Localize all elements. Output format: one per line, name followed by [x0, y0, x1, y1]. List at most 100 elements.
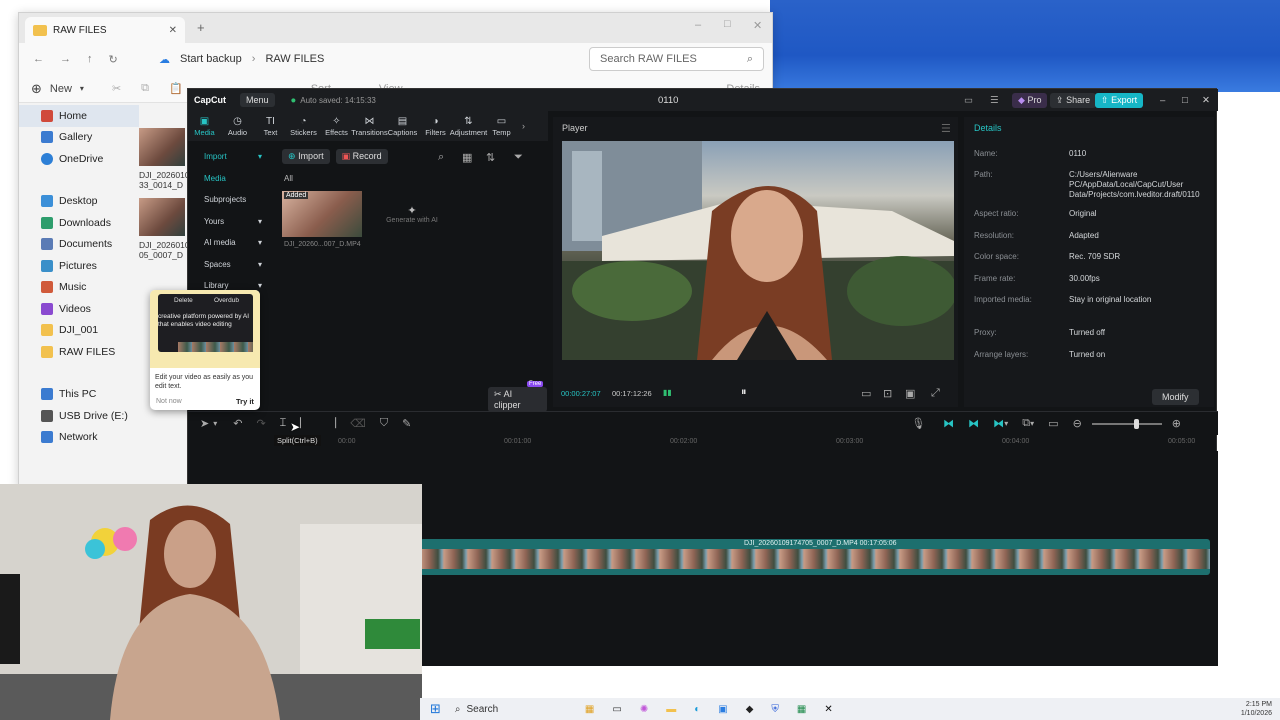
- mic-icon[interactable]: 🎙: [911, 417, 925, 430]
- zoom-out-icon[interactable]: ⊖: [1073, 417, 1082, 430]
- tool-effects[interactable]: ✧ Effects: [320, 111, 353, 141]
- minimize-button[interactable]: –: [695, 19, 701, 31]
- snap-icon[interactable]: ⧓: [993, 417, 1004, 430]
- new-tab-button[interactable]: +: [197, 20, 205, 35]
- player-menu-icon[interactable]: ☰: [941, 122, 951, 135]
- pro-button[interactable]: ◆ Pro: [1012, 92, 1048, 108]
- undo-icon[interactable]: ↶: [233, 417, 242, 430]
- magnet-icon[interactable]: ⧓: [968, 417, 979, 430]
- close-button[interactable]: ✕: [1202, 95, 1210, 106]
- link-icon[interactable]: ⧓: [943, 417, 954, 430]
- cut-icon[interactable]: ✂: [112, 82, 121, 95]
- tool-transitions[interactable]: ⋈ Transitions: [351, 111, 387, 141]
- list-icon[interactable]: ☰: [990, 95, 999, 106]
- alienware-icon[interactable]: ◆: [746, 704, 754, 715]
- chevron-down-icon[interactable]: ▾: [1004, 419, 1008, 428]
- ratio-icon[interactable]: ▣: [905, 387, 915, 400]
- share-button[interactable]: ⇪ Share: [1050, 92, 1097, 108]
- zoom-slider[interactable]: [1091, 418, 1162, 429]
- new-button[interactable]: New: [50, 83, 72, 95]
- sidebar-item-raw-files[interactable]: RAW FILES: [19, 341, 139, 363]
- sidebar-item-pictures[interactable]: Pictures: [19, 255, 139, 277]
- filter-icon[interactable]: ⏷: [514, 151, 523, 164]
- menu-button[interactable]: Menu: [240, 93, 275, 107]
- preview-axis-icon[interactable]: ⧉: [1022, 417, 1030, 430]
- split-icon[interactable]: ⌶: [280, 417, 287, 430]
- maximize-button[interactable]: □: [724, 18, 731, 30]
- sidebar-item-music[interactable]: Music: [19, 277, 139, 299]
- sidebar-item-downloads[interactable]: Downloads: [19, 212, 139, 234]
- address-bar[interactable]: ☁ Start backup › RAW FILES: [159, 47, 579, 71]
- taskbar-search[interactable]: ⌕ Search: [455, 704, 555, 715]
- close-button[interactable]: ✕: [753, 19, 762, 32]
- try-it-button[interactable]: Try it: [236, 397, 254, 406]
- chevron-down-icon[interactable]: ▾: [1030, 419, 1034, 428]
- toolbar-scroll-icon[interactable]: ›: [522, 121, 525, 131]
- sidebar-item-home[interactable]: Home: [19, 105, 139, 127]
- redo-icon[interactable]: ↷: [256, 417, 265, 430]
- sidebar-item-desktop[interactable]: Desktop: [19, 191, 139, 213]
- left-nav-import[interactable]: Import ▾: [198, 146, 268, 168]
- close-tab-icon[interactable]: ✕: [169, 25, 177, 36]
- sidebar-item-gallery[interactable]: Gallery: [19, 127, 139, 149]
- sidebar-item-this-pc[interactable]: This PC: [19, 384, 139, 406]
- grid-view-icon[interactable]: ▦: [462, 151, 472, 164]
- not-now-button[interactable]: Not now: [156, 398, 182, 405]
- file-explorer-taskbar-icon[interactable]: ▬: [666, 704, 676, 715]
- windows-start-icon[interactable]: ⊞: [430, 701, 441, 717]
- ai-edit-icon[interactable]: ✎: [402, 417, 411, 430]
- maximize-button[interactable]: □: [1182, 95, 1188, 106]
- pause-button[interactable]: ⏸: [741, 386, 747, 399]
- taskbar-clock[interactable]: 2:15 PM 1/10/2026: [1241, 700, 1272, 718]
- all-filter[interactable]: All: [284, 174, 293, 183]
- file-thumbnail[interactable]: [139, 128, 185, 166]
- generate-with-ai-card[interactable]: ✦ Generate with AI: [372, 191, 452, 237]
- sidebar-item-dji001[interactable]: DJI_001: [19, 320, 139, 342]
- capcut-taskbar-icon[interactable]: ✕: [824, 704, 832, 715]
- record-button[interactable]: ▣ Record: [335, 149, 388, 164]
- tool-filters[interactable]: ◑ Filters: [419, 111, 452, 141]
- tool-stickers[interactable]: ◔ Stickers: [287, 111, 320, 141]
- modify-button[interactable]: Modify: [1152, 389, 1199, 405]
- sidebar-item-videos[interactable]: Videos: [19, 298, 139, 320]
- tool-adjustment[interactable]: ⇅ Adjustment: [450, 111, 488, 141]
- zoom-in-icon[interactable]: ⊕: [1172, 417, 1181, 430]
- delete-icon[interactable]: ⌫: [350, 417, 366, 430]
- split-left-icon[interactable]: ⎸: [300, 417, 311, 430]
- zoom-fit-icon[interactable]: ⊡: [883, 387, 892, 400]
- refresh-icon[interactable]: ↻: [109, 53, 118, 66]
- zoom-slider-thumb[interactable]: [1133, 418, 1139, 429]
- paste-icon[interactable]: 📋: [169, 82, 183, 95]
- spreadsheet-icon[interactable]: ▦: [797, 704, 806, 715]
- import-button[interactable]: ⊕ Import: [282, 149, 330, 164]
- tool-media[interactable]: ▣ Media: [188, 111, 221, 141]
- up-icon[interactable]: ↑: [87, 53, 93, 65]
- sidebar-item-network[interactable]: Network: [19, 427, 139, 449]
- explorer-tab[interactable]: RAW FILES ✕: [25, 17, 185, 43]
- video-track-clip[interactable]: DJI_20260109174705_0007_D.MP4 00:17:05:0…: [420, 539, 1210, 575]
- store-icon[interactable]: ▣: [718, 704, 727, 715]
- layout-icon[interactable]: ▭: [964, 95, 973, 106]
- copilot-icon[interactable]: ✺: [640, 704, 648, 715]
- ai-clipper-button[interactable]: ✂ AI clipper: [488, 387, 547, 412]
- tool-text[interactable]: TI Text: [254, 111, 287, 141]
- tool-temp[interactable]: ▭ Temp: [485, 111, 518, 141]
- left-nav-ai-media[interactable]: AI media ▾: [198, 232, 268, 254]
- sidebar-item-documents[interactable]: Documents: [19, 234, 139, 256]
- fullscreen-preview-icon[interactable]: ▭: [861, 387, 871, 400]
- expand-icon[interactable]: ⤢: [931, 387, 940, 400]
- breadcrumb-backup[interactable]: Start backup: [180, 53, 242, 65]
- task-view-icon[interactable]: ▭: [612, 704, 621, 715]
- file-thumbnail[interactable]: [139, 198, 185, 236]
- left-nav-yours[interactable]: Yours ▾: [198, 211, 268, 233]
- left-nav-subprojects[interactable]: Subprojects: [198, 189, 268, 211]
- widgets-icon[interactable]: ▦: [585, 704, 594, 715]
- shield-icon[interactable]: ⛉: [380, 417, 388, 430]
- breadcrumb-folder[interactable]: RAW FILES: [265, 53, 324, 65]
- select-tool-icon[interactable]: ➤: [200, 417, 209, 430]
- search-icon[interactable]: ⌕: [438, 151, 444, 164]
- video-preview[interactable]: [562, 141, 954, 360]
- chevron-down-icon[interactable]: ▾: [213, 419, 217, 428]
- sort-icon[interactable]: ⇅: [486, 151, 495, 164]
- search-input[interactable]: Search RAW FILES ⌕: [589, 47, 764, 71]
